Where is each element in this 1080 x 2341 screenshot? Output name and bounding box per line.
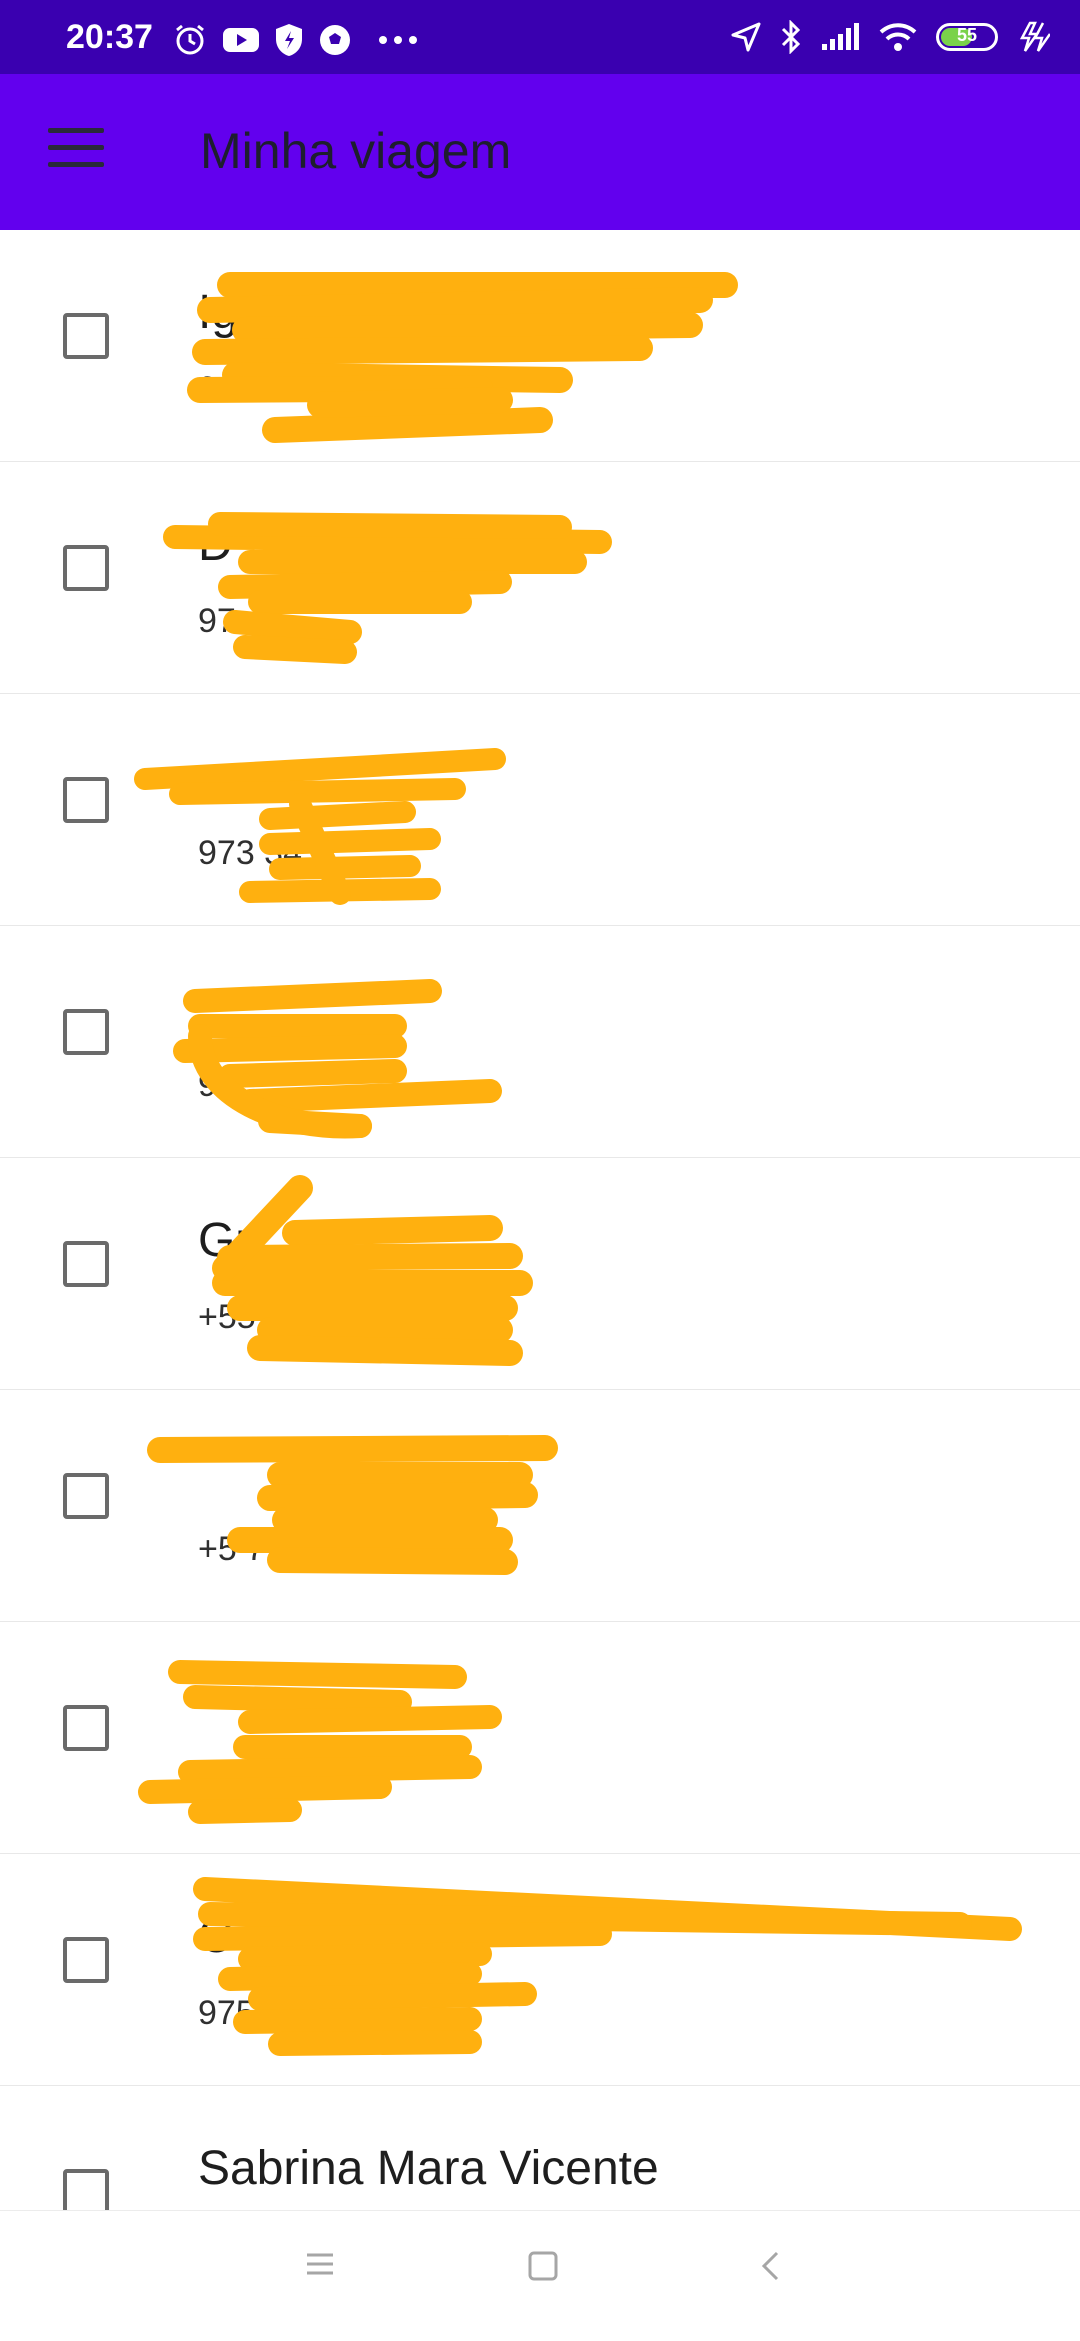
more-icon bbox=[379, 36, 417, 44]
list-item[interactable]: Ig 015 bbox=[0, 230, 1080, 462]
contact-name: Ig bbox=[198, 286, 239, 339]
contact-name: Sabrina Mara Vicente bbox=[198, 2142, 659, 2195]
contact-phone: 97 bbox=[198, 602, 236, 640]
charging-icon bbox=[1019, 21, 1050, 52]
navigation-bar bbox=[0, 2210, 1080, 2341]
status-time: 20:37 bbox=[66, 18, 153, 56]
menu-button[interactable] bbox=[48, 128, 104, 168]
contact-phone: 015 bbox=[198, 370, 255, 408]
page-title: Minha viagem bbox=[200, 123, 512, 179]
redaction-scribble bbox=[163, 512, 612, 664]
list-item[interactable]: D 97 bbox=[0, 462, 1080, 694]
youtube-icon bbox=[223, 28, 259, 52]
list-item[interactable]: Gu +55 7 bbox=[0, 1158, 1080, 1390]
contact-checkbox[interactable] bbox=[63, 2169, 109, 2215]
bluetooth-icon bbox=[781, 20, 801, 54]
contact-checkbox[interactable] bbox=[63, 1937, 109, 1983]
contact-checkbox[interactable] bbox=[63, 1705, 109, 1751]
list-item[interactable]: C 975 938 bbox=[0, 1854, 1080, 2086]
status-bar: 20:37 55 bbox=[0, 0, 1080, 74]
signal-icon bbox=[822, 23, 859, 50]
contact-name: C bbox=[198, 1910, 233, 1963]
contact-phone: 973 34 bbox=[198, 834, 302, 872]
redaction-scribble bbox=[134, 748, 506, 905]
contact-checkbox[interactable] bbox=[63, 1241, 109, 1287]
home-icon[interactable] bbox=[528, 2251, 558, 2281]
battery-level: 55 bbox=[956, 25, 978, 45]
list-item[interactable] bbox=[0, 1622, 1080, 1854]
app-bar: Minha viagem bbox=[0, 74, 1080, 230]
contact-checkbox[interactable] bbox=[63, 545, 109, 591]
list-item[interactable]: 97 bbox=[0, 926, 1080, 1158]
soccer-ball-icon bbox=[320, 25, 350, 55]
redaction-scribble bbox=[147, 1435, 558, 1575]
list-item[interactable]: +5 7 bbox=[0, 1390, 1080, 1622]
contact-phone: 97 bbox=[198, 1066, 236, 1104]
battery-icon: 55 bbox=[936, 23, 998, 51]
contact-phone: 975 938 bbox=[198, 1994, 321, 2032]
location-icon bbox=[731, 22, 761, 52]
redaction-scribble bbox=[138, 1660, 502, 1824]
contact-checkbox[interactable] bbox=[63, 1473, 109, 1519]
redaction-scribble bbox=[212, 1175, 533, 1366]
redaction-scribble bbox=[193, 1877, 1022, 2056]
contact-name: D bbox=[198, 518, 233, 571]
contact-phone: +5 7 bbox=[198, 1530, 266, 1568]
contact-checkbox[interactable] bbox=[63, 1009, 109, 1055]
contact-checkbox[interactable] bbox=[63, 313, 109, 359]
alarm-icon bbox=[176, 24, 204, 55]
redaction-scribble bbox=[187, 272, 738, 443]
menu-icon[interactable] bbox=[305, 2251, 335, 2277]
wifi-icon bbox=[879, 23, 917, 51]
contact-list: Ig 015 D 97 973 34 97 Gu +55 7 +5 7 C 97… bbox=[0, 230, 1080, 2318]
contact-name: Gu bbox=[198, 1214, 263, 1267]
contact-checkbox[interactable] bbox=[63, 777, 109, 823]
shield-icon bbox=[276, 24, 302, 56]
back-icon[interactable] bbox=[760, 2251, 780, 2281]
redaction-scribble bbox=[173, 979, 502, 1139]
contact-phone: +55 7 bbox=[198, 1298, 285, 1336]
list-item[interactable]: 973 34 bbox=[0, 694, 1080, 926]
